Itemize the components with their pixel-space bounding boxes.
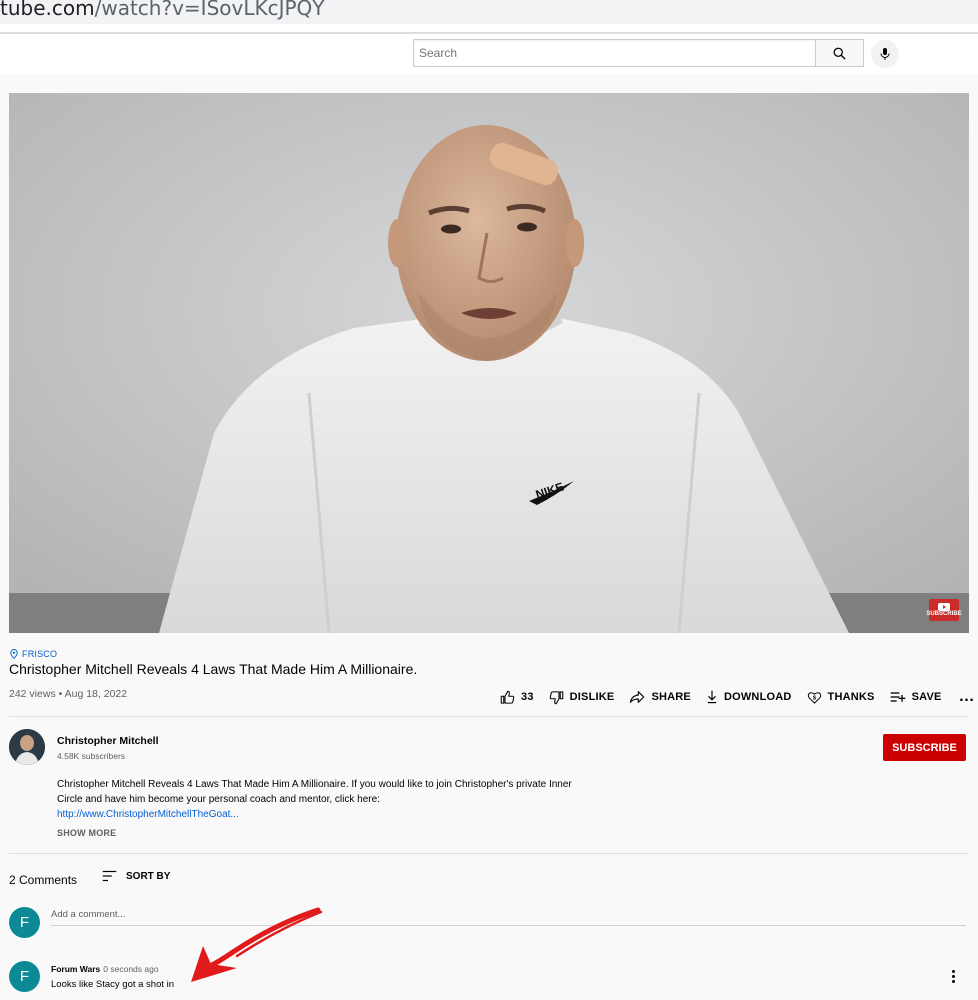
youtube-play-icon — [938, 602, 950, 611]
share-label: SHARE — [651, 691, 691, 703]
url-host: tube.com — [0, 0, 95, 20]
video-description: Christopher Mitchell Reveals 4 Laws That… — [57, 777, 577, 822]
comment-time[interactable]: 0 seconds ago — [103, 964, 158, 974]
share-icon — [630, 691, 645, 703]
subscribe-button[interactable]: SUBSCRIBE — [883, 734, 966, 761]
description-link[interactable]: http://www.ChristopherMitchellTheGoat... — [57, 809, 239, 820]
location-pin-icon — [10, 649, 18, 659]
comment-author[interactable]: Forum Wars — [51, 964, 100, 974]
thanks-button[interactable]: $ THANKS — [807, 690, 875, 705]
voice-search-button[interactable] — [871, 40, 899, 68]
more-actions-icon: … — [958, 688, 976, 705]
description-divider — [9, 853, 969, 854]
comment-text: Looks like Stacy got a shot in — [51, 979, 175, 990]
thanks-label: THANKS — [827, 691, 875, 703]
dislike-label: DISLIKE — [569, 691, 615, 703]
subscriber-count: 4.58K subscribers — [57, 751, 126, 761]
download-button[interactable]: DOWNLOAD — [706, 690, 792, 704]
comment-author-avatar[interactable]: F — [9, 961, 40, 992]
channel-avatar[interactable] — [9, 729, 45, 765]
channel-name[interactable]: Christopher Mitchell — [57, 735, 159, 747]
address-bar[interactable]: tube.com/watch?v=ISovLKcJPQY — [0, 0, 978, 24]
kebab-dot-icon — [951, 969, 955, 973]
watermark-label: SUBSCRIBE — [926, 610, 962, 617]
description-text: Christopher Mitchell Reveals 4 Laws That… — [57, 779, 572, 805]
video-title: Christopher Mitchell Reveals 4 Laws That… — [9, 661, 418, 677]
search-input[interactable]: Search — [413, 39, 816, 67]
url-path: /watch?v=ISovLKcJPQY — [94, 0, 325, 20]
save-playlist-icon — [890, 692, 905, 702]
save-label: SAVE — [911, 691, 942, 703]
kebab-dot-icon — [951, 979, 955, 983]
thanks-dollar-heart-icon: $ — [807, 691, 821, 704]
comment-header: Forum Wars 0 seconds ago — [51, 964, 159, 974]
comment-menu-button[interactable] — [946, 966, 960, 986]
download-label: DOWNLOAD — [723, 691, 792, 703]
video-player[interactable]: NIKE SUBSCRIBE — [9, 93, 969, 633]
thumbs-down-icon — [549, 690, 563, 704]
thumbs-up-icon — [500, 690, 515, 704]
like-button[interactable]: 33 — [500, 690, 534, 705]
info-divider — [9, 716, 969, 717]
microphone-icon — [880, 48, 890, 60]
subscribe-watermark[interactable]: SUBSCRIBE — [926, 599, 962, 621]
location-link[interactable]: FRISCO — [10, 649, 57, 659]
masthead: Search — [0, 34, 978, 74]
comments-count: 2 Comments — [9, 873, 78, 887]
search-button[interactable] — [816, 39, 864, 67]
like-count: 33 — [521, 691, 534, 703]
dislike-button[interactable]: DISLIKE — [549, 690, 615, 705]
browser-separator — [0, 24, 978, 34]
kebab-dot-icon — [951, 974, 955, 978]
sort-icon — [102, 870, 117, 882]
save-button[interactable]: SAVE — [890, 691, 942, 703]
sort-by-label: SORT BY — [126, 870, 171, 882]
video-frame: NIKE — [9, 93, 969, 633]
video-actions: 33 DISLIKE SHARE DOWNLOAD $ THANKS SAVE … — [500, 688, 976, 706]
red-arrow-annotation — [191, 907, 323, 982]
share-button[interactable]: SHARE — [629, 690, 691, 704]
more-actions-button[interactable]: … — [959, 688, 976, 706]
svg-text:$: $ — [812, 695, 816, 701]
add-comment-input[interactable]: Add a comment... — [51, 909, 125, 920]
video-meta: 242 views • Aug 18, 2022 — [9, 688, 128, 700]
download-icon — [707, 690, 717, 704]
location-label: FRISCO — [22, 649, 58, 659]
viewer-avatar: F — [9, 907, 40, 938]
channel-avatar-image — [9, 729, 45, 765]
sort-by-button[interactable]: SORT BY — [102, 870, 170, 882]
show-more-button[interactable]: SHOW MORE — [57, 828, 116, 838]
search-icon — [833, 47, 846, 60]
